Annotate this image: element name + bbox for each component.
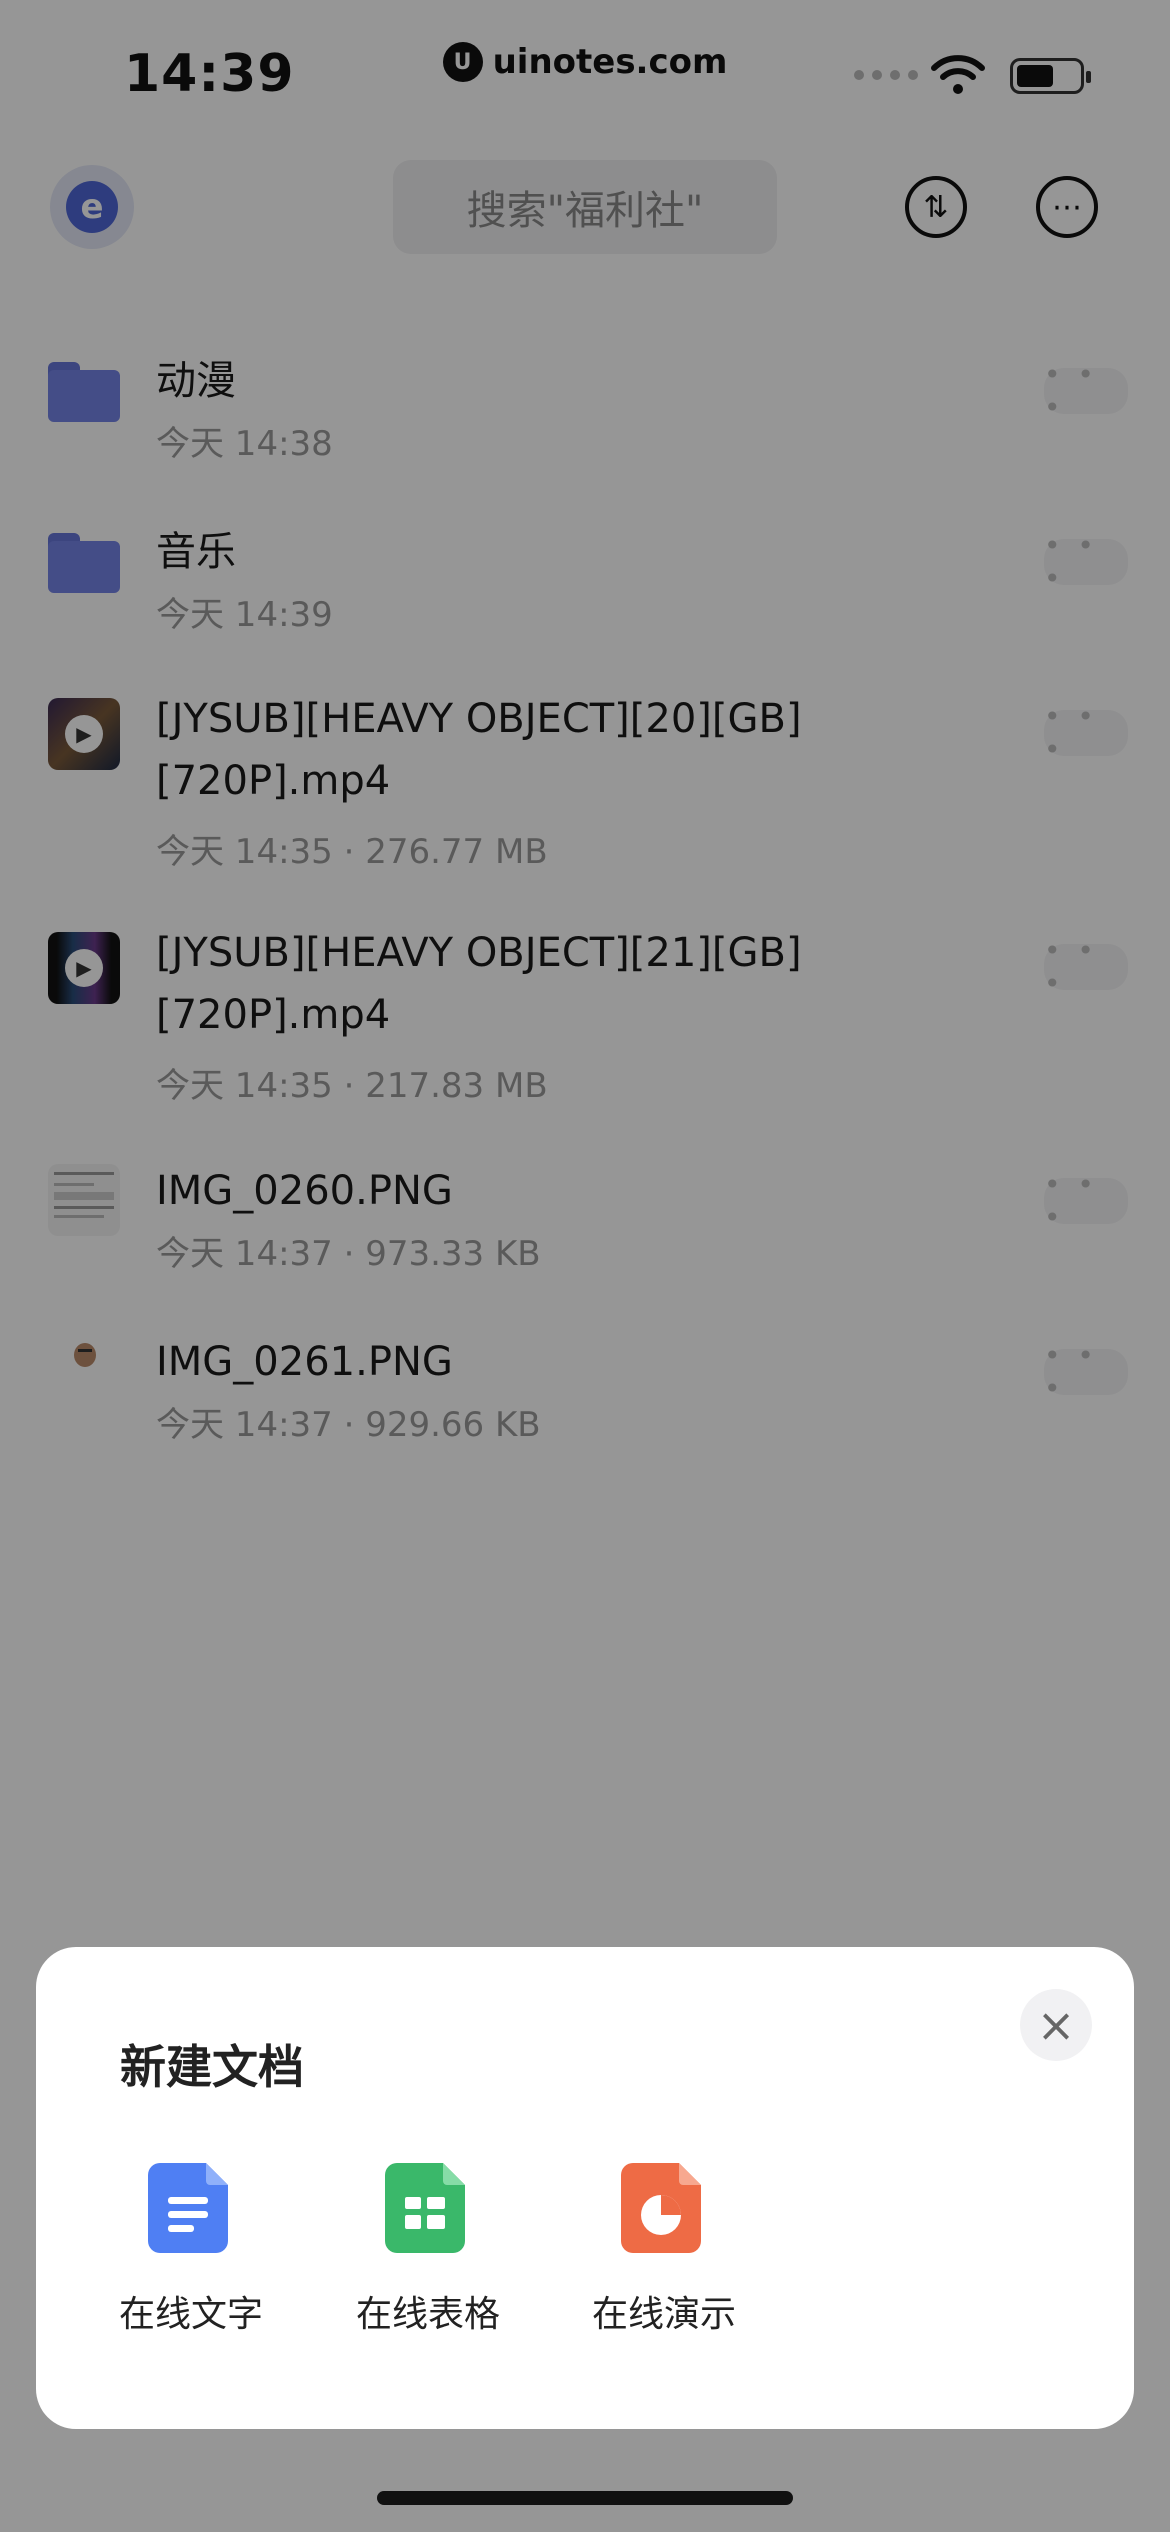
sheet-icon bbox=[385, 2163, 465, 2253]
home-indicator[interactable] bbox=[377, 2491, 793, 2505]
option-label: 在线表格 bbox=[355, 2294, 500, 2335]
new-document-sheet: 新建文档 × 在线文字 在线表格 在线演示 bbox=[36, 1947, 1134, 2429]
close-icon[interactable]: × bbox=[1020, 1989, 1092, 2061]
option-label: 在线演示 bbox=[591, 2294, 736, 2335]
app-screen: 14:39 U uinotes.com e 搜索"福利社" ⇅ ⋯ 动漫 今天 … bbox=[0, 0, 1170, 2532]
option-label: 在线文字 bbox=[118, 2294, 263, 2335]
sheet-title: 新建文档 bbox=[120, 2040, 304, 2094]
slides-icon bbox=[621, 2163, 701, 2253]
doc-icon bbox=[148, 2163, 228, 2253]
